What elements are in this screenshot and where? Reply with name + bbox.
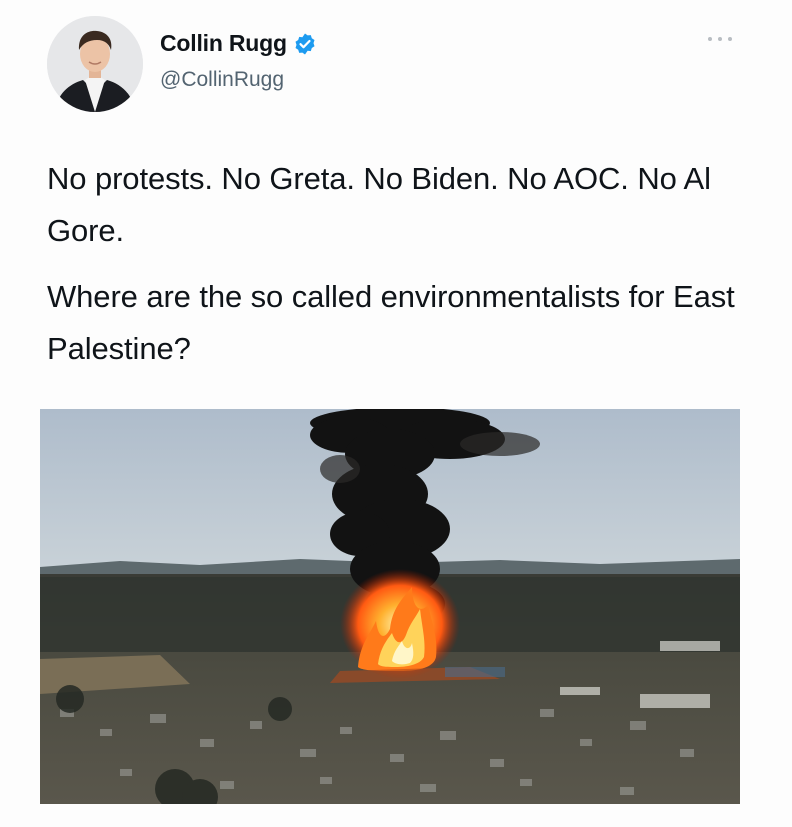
tweet-card: Collin Rugg @CollinRugg No protests. No … xyxy=(0,0,792,827)
tweet-text: No protests. No Greta. No Biden. No AOC.… xyxy=(47,153,747,375)
tweet-media-photo[interactable] xyxy=(40,409,740,804)
author-name-row: Collin Rugg xyxy=(160,30,317,57)
more-dot xyxy=(728,37,732,41)
tweet-text-paragraph: No protests. No Greta. No Biden. No AOC.… xyxy=(47,161,711,248)
author-display-name[interactable]: Collin Rugg xyxy=(160,30,287,57)
author-avatar[interactable] xyxy=(47,16,143,112)
more-options-icon[interactable] xyxy=(708,33,732,45)
more-dot xyxy=(718,37,722,41)
author-handle[interactable]: @CollinRugg xyxy=(160,68,284,92)
tweet-text-paragraph: Where are the so called environmentalist… xyxy=(47,279,735,366)
verified-badge-icon xyxy=(295,33,315,54)
photo-smoke-plume-fire xyxy=(40,409,740,804)
profile-photo xyxy=(47,16,143,112)
more-dot xyxy=(708,37,712,41)
